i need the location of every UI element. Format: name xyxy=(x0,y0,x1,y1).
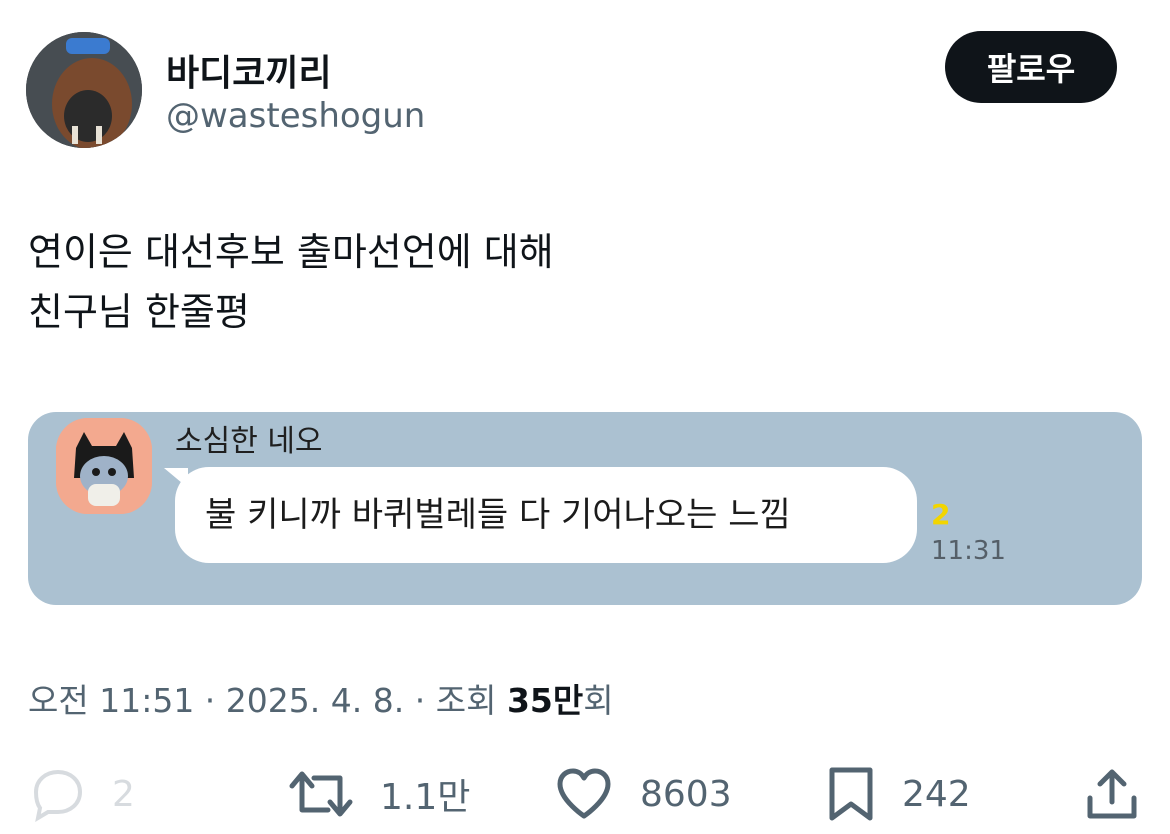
views-suffix: 회 xyxy=(583,681,614,720)
attached-image[interactable]: 소심한 네오 불 키니까 바퀴벌레들 다 기어나오는 느낌 2 11:31 xyxy=(28,412,1142,605)
post-time[interactable]: 오전 11:51 xyxy=(28,681,194,720)
tweet-meta: 오전 11:51 · 2025. 4. 8. · 조회 35만회 xyxy=(28,674,614,722)
views-count: 35만 xyxy=(506,681,584,720)
unread-count: 2 xyxy=(931,498,951,531)
like-action[interactable]: 8603 xyxy=(554,766,732,822)
retweet-action[interactable]: 1.1만 xyxy=(288,766,470,822)
neo-character-icon xyxy=(56,418,152,514)
bookmark-action[interactable]: 242 xyxy=(826,766,971,822)
retweet-count: 1.1만 xyxy=(380,777,471,818)
chat-message: 불 키니까 바퀴벌레들 다 기어나오는 느낌 xyxy=(205,495,791,535)
share-action[interactable] xyxy=(1084,766,1140,822)
meta-separator: · xyxy=(194,681,226,720)
tweet-text-line: 연이은 대선후보 출마선언에 대해 xyxy=(28,230,554,274)
chat-bubble: 불 키니까 바퀴벌레들 다 기어나오는 느낌 xyxy=(175,467,917,563)
share-icon xyxy=(1087,769,1137,819)
author-handle[interactable]: @wasteshogun xyxy=(166,96,425,136)
walrus-avatar-icon xyxy=(26,32,142,148)
post-date[interactable]: 2025. 4. 8. xyxy=(226,681,404,720)
reply-action[interactable]: 2 xyxy=(28,766,135,822)
reply-icon xyxy=(33,769,83,822)
follow-button[interactable]: 팔로우 xyxy=(945,31,1117,103)
sender-avatar xyxy=(56,418,152,514)
bookmark-count: 242 xyxy=(902,773,971,815)
views-label: 조회 xyxy=(435,681,497,720)
like-icon xyxy=(557,768,611,819)
author-name[interactable]: 바디코끼리 xyxy=(166,44,332,96)
sender-name: 소심한 네오 xyxy=(175,424,323,459)
bookmark-icon xyxy=(829,767,873,821)
tweet-text-line: 친구님 한줄평 xyxy=(28,290,250,334)
message-time: 11:31 xyxy=(931,536,1006,566)
retweet-icon xyxy=(289,771,353,817)
like-count: 8603 xyxy=(640,773,732,815)
author-avatar[interactable] xyxy=(26,32,142,148)
meta-separator: · xyxy=(404,681,436,720)
reply-count: 2 xyxy=(112,773,135,815)
tweet-text: 연이은 대선후보 출마선언에 대해 친구님 한줄평 xyxy=(28,222,554,342)
